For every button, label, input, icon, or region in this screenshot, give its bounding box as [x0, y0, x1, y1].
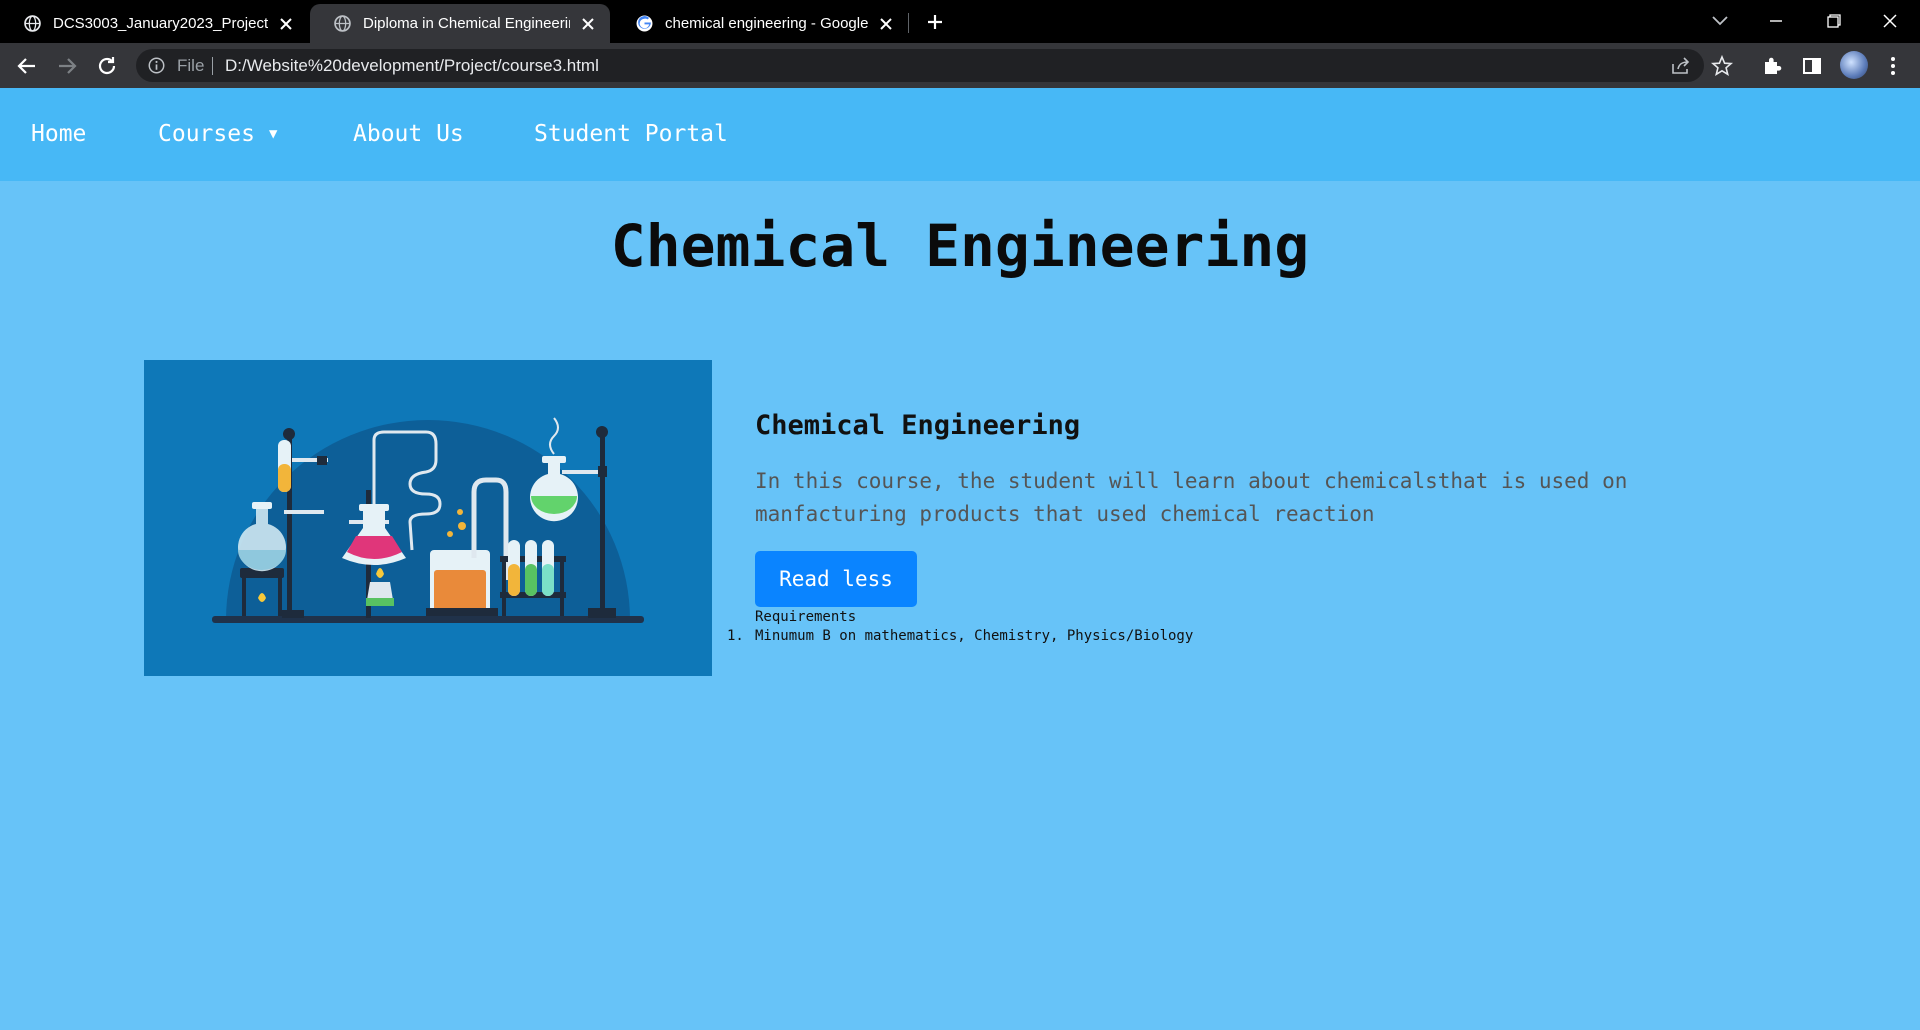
tab-separator — [908, 13, 909, 33]
url-text[interactable]: D:/Website%20development/Project/course3… — [225, 56, 599, 76]
share-icon[interactable] — [1669, 54, 1693, 78]
tab-title: Diploma in Chemical Engineering — [363, 15, 570, 32]
reload-icon[interactable] — [93, 52, 121, 80]
restore-icon[interactable] — [1813, 6, 1853, 36]
globe-icon — [24, 15, 41, 32]
nav-student-portal[interactable]: Student Portal — [534, 121, 728, 147]
page-title: Chemical Engineering — [610, 212, 1310, 280]
nav-home[interactable]: Home — [31, 121, 86, 147]
info-icon[interactable] — [148, 57, 165, 74]
list-item-text: Minumum B on mathematics, Chemistry, Phy… — [755, 628, 1194, 644]
tab-title: DCS3003_January2023_Project.pdf — [53, 15, 268, 32]
side-panel-icon[interactable] — [1799, 53, 1825, 79]
scheme-label: File — [177, 56, 205, 75]
list-item: 1. Minumum B on mathematics, Chemistry, … — [727, 628, 1194, 644]
list-item-number: 1. — [727, 628, 744, 644]
tab-diploma-chemical[interactable]: Diploma in Chemical Engineering — [310, 4, 610, 43]
back-icon[interactable] — [13, 52, 41, 80]
forward-icon[interactable] — [53, 52, 81, 80]
site-navbar: Home Courses ▼ About Us Student Portal — [0, 88, 1920, 181]
new-tab-icon[interactable] — [918, 9, 952, 35]
address-toolbar: File D:/Website%20development/Project/co… — [0, 43, 1920, 88]
tab-title: chemical engineering - Google Search — [665, 15, 868, 32]
tab-project-pdf[interactable]: DCS3003_January2023_Project.pdf — [0, 4, 308, 43]
extensions-puzzle-icon[interactable] — [1759, 53, 1785, 79]
close-icon[interactable] — [276, 14, 296, 34]
read-less-button[interactable]: Read less — [755, 551, 917, 607]
chemistry-lab-illustration — [144, 360, 712, 676]
tab-search-chevron-icon[interactable] — [1700, 6, 1740, 36]
menu-kebab-icon[interactable] — [1880, 53, 1906, 79]
nav-courses-label: Courses — [158, 121, 255, 147]
requirements-list: 1. Minumum B on mathematics, Chemistry, … — [727, 628, 1194, 644]
profile-avatar[interactable] — [1840, 51, 1868, 79]
globe-icon — [334, 15, 351, 32]
close-icon[interactable] — [876, 14, 896, 34]
caret-down-icon: ▼ — [268, 126, 278, 142]
address-bar[interactable]: File D:/Website%20development/Project/co… — [136, 49, 1704, 82]
close-icon[interactable] — [578, 14, 598, 34]
window-close-icon[interactable] — [1870, 6, 1910, 36]
course-description: In this course, the student will learn a… — [755, 469, 1628, 526]
nav-courses-dropdown[interactable]: Courses ▼ — [158, 121, 277, 147]
google-icon — [636, 15, 653, 32]
tab-google-search[interactable]: chemical engineering - Google Search — [612, 4, 908, 43]
bookmark-star-icon[interactable] — [1710, 54, 1734, 78]
omnibox-separator — [212, 57, 213, 75]
requirements-title: Requirements — [755, 609, 857, 625]
minimize-icon[interactable] — [1756, 6, 1796, 36]
course-heading: Chemical Engineering — [755, 410, 1081, 441]
nav-about-us[interactable]: About Us — [353, 121, 464, 147]
browser-tab-strip: DCS3003_January2023_Project.pdf Diploma … — [0, 0, 1920, 43]
